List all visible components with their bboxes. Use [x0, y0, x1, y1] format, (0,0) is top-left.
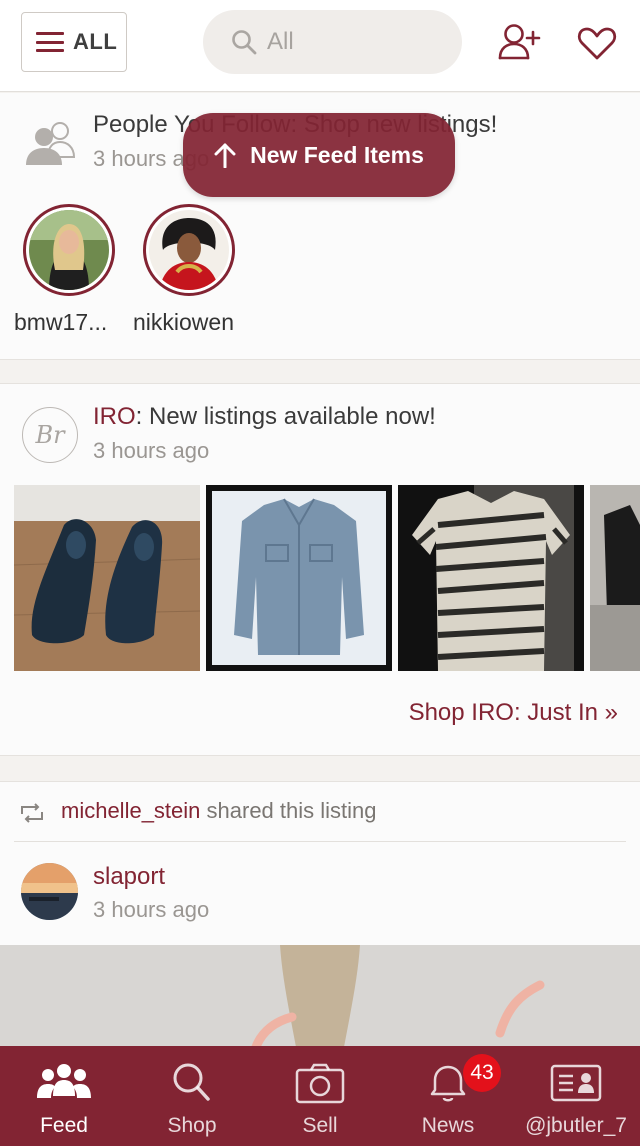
- listing-time: 3 hours ago: [93, 897, 210, 922]
- search-icon: [232, 30, 257, 55]
- brand-card-time: 3 hours ago: [93, 438, 210, 463]
- shared-listing-card: michelle_stein shared this listing slapo…: [0, 781, 640, 1046]
- nav-label: Shop: [167, 1114, 217, 1137]
- user-avatar[interactable]: [143, 204, 235, 296]
- shared-by-row: michelle_stein shared this listing: [0, 782, 640, 842]
- nav-shop[interactable]: Shop: [128, 1046, 256, 1146]
- nav-sell[interactable]: Sell: [256, 1046, 384, 1146]
- bottom-nav: Feed Shop Sell News 43 @jbutler_7: [0, 1046, 640, 1146]
- feed-list[interactable]: New Feed Items People You Follow: Shop n…: [0, 93, 640, 1046]
- listing-image[interactable]: [0, 945, 640, 1046]
- nav-label: @jbutler_7: [525, 1114, 627, 1137]
- share-action-text: shared this listing: [200, 798, 377, 823]
- nav-news[interactable]: News 43: [384, 1046, 512, 1146]
- shop-brand-link[interactable]: Shop IRO: Just In »: [409, 699, 618, 727]
- people-icon: [37, 1064, 91, 1098]
- listing-carousel[interactable]: [14, 485, 640, 673]
- search-placeholder: All: [267, 28, 294, 55]
- avatar-image: [29, 210, 109, 290]
- add-user-icon[interactable]: [497, 22, 541, 64]
- shared-by-text: michelle_stein shared this listing: [61, 798, 377, 824]
- seller-username[interactable]: slaport: [93, 863, 165, 891]
- people-icon: [26, 122, 76, 165]
- divider: [14, 841, 626, 842]
- brand-card-title: IRO: New listings available now!: [93, 403, 436, 431]
- listing-thumbnail[interactable]: [590, 485, 640, 671]
- user-username[interactable]: bmw17...: [14, 309, 107, 336]
- menu-icon: [36, 32, 64, 52]
- nav-feed[interactable]: Feed: [0, 1046, 128, 1146]
- share-icon: [21, 803, 43, 823]
- heart-icon[interactable]: [576, 22, 618, 64]
- brand-feed-card: Br IRO: New listings available now! 3 ho…: [0, 383, 640, 756]
- arrow-up-icon: [214, 143, 236, 168]
- profile-card-icon: [550, 1064, 602, 1102]
- sharer-username[interactable]: michelle_stein: [61, 798, 200, 823]
- user-avatar[interactable]: [23, 204, 115, 296]
- listing-thumbnail[interactable]: [206, 485, 392, 671]
- all-menu-label: ALL: [73, 29, 118, 54]
- top-header: ALL All: [0, 0, 640, 92]
- avatar-image: [149, 210, 229, 290]
- listing-thumbnail[interactable]: [14, 485, 200, 671]
- search-icon: [173, 1063, 210, 1101]
- notification-badge: 43: [463, 1054, 501, 1092]
- brand-name-link[interactable]: IRO: [93, 403, 136, 430]
- new-feed-items-label: New Feed Items: [250, 141, 424, 168]
- camera-icon: [295, 1063, 345, 1104]
- nav-label: Feed: [40, 1114, 88, 1137]
- seller-avatar[interactable]: [21, 863, 78, 920]
- nav-profile[interactable]: @jbutler_7: [512, 1046, 640, 1146]
- brand-title-text: : New listings available now!: [135, 403, 436, 430]
- all-menu-button[interactable]: ALL: [21, 12, 127, 72]
- search-bar[interactable]: All: [203, 10, 462, 74]
- nav-label: News: [421, 1114, 475, 1137]
- nav-label: Sell: [302, 1114, 338, 1137]
- new-feed-items-button[interactable]: New Feed Items: [183, 113, 455, 197]
- listing-thumbnail[interactable]: [398, 485, 584, 671]
- user-username[interactable]: nikkiowen: [133, 309, 234, 336]
- brand-logo-icon: Br: [22, 407, 78, 463]
